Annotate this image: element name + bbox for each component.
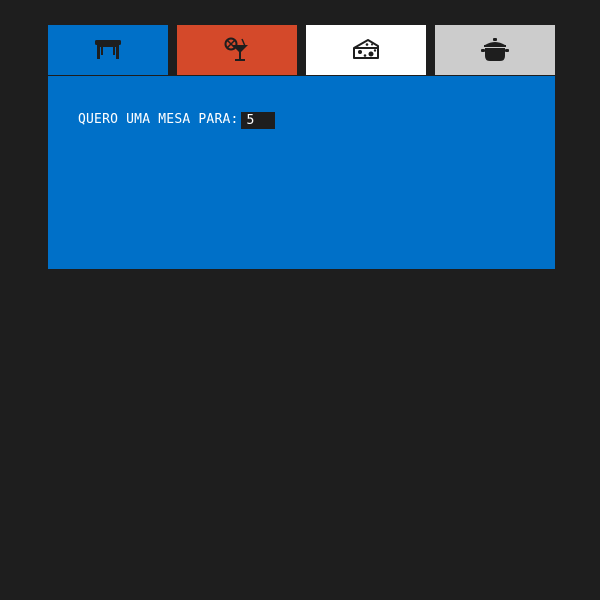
table-icon — [92, 34, 124, 66]
reservation-panel: QUERO UMA MESA PARA: — [48, 76, 555, 269]
party-size-label: QUERO UMA MESA PARA: — [78, 112, 239, 127]
tab-cheese[interactable] — [306, 25, 426, 75]
cheese-icon — [350, 34, 382, 66]
pot-icon — [479, 34, 511, 66]
party-size-input[interactable] — [240, 111, 275, 129]
party-size-row: QUERO UMA MESA PARA: — [78, 111, 275, 129]
tab-pot[interactable] — [435, 25, 555, 75]
tab-table[interactable] — [48, 25, 168, 75]
category-tabs — [48, 25, 555, 75]
cocktail-icon — [221, 34, 253, 66]
tab-drinks[interactable] — [177, 25, 297, 75]
